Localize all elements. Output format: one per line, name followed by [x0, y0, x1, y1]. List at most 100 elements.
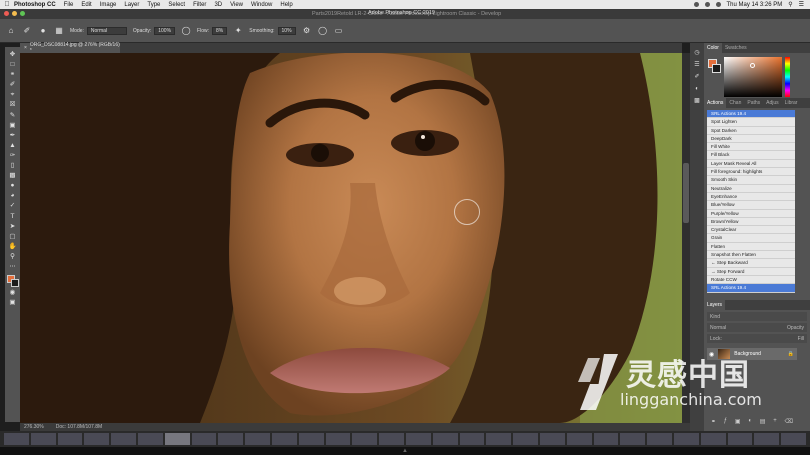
action-item[interactable]: Grain [707, 234, 795, 243]
menu-filter[interactable]: Filter [193, 2, 206, 8]
filmstrip-thumbnail[interactable] [30, 433, 56, 445]
symmetry-icon[interactable]: ▭ [334, 26, 344, 36]
menu-3d[interactable]: 3D [214, 2, 222, 8]
history-brush-tool-icon[interactable]: ✑ [8, 152, 18, 161]
menu-image[interactable]: Image [100, 2, 117, 8]
screen-mode-icon[interactable]: ▣ [8, 299, 18, 308]
close-window-icon[interactable] [4, 11, 9, 16]
filmstrip-thumbnail[interactable] [271, 433, 297, 445]
action-item[interactable]: Neutralize [707, 185, 795, 193]
filmstrip-thumbnail[interactable] [513, 433, 538, 445]
action-item[interactable]: Fill Black [707, 151, 795, 160]
menu-layer[interactable]: Layer [124, 2, 139, 8]
menu-type[interactable]: Type [147, 2, 160, 8]
dock-handle-icon[interactable]: ▲ [402, 448, 408, 454]
brush-settings-icon[interactable]: ▦ [54, 26, 64, 36]
filmstrip-thumbnail[interactable] [84, 433, 110, 445]
tab-channels[interactable]: Chan [726, 98, 744, 108]
menu-app-name[interactable]: Photoshop CC [14, 2, 56, 8]
zoom-window-icon[interactable] [20, 11, 25, 16]
home-icon[interactable]: ⌂ [6, 26, 16, 36]
filmstrip-thumbnail[interactable] [111, 433, 136, 445]
airbrush-icon[interactable]: ✦ [233, 26, 243, 36]
filmstrip-thumbnail[interactable] [673, 433, 699, 445]
filmstrip-thumbnail[interactable] [245, 433, 270, 445]
document-size[interactable]: Doc: 107.8M/107.8M [56, 424, 102, 430]
opacity-field[interactable]: 100% [154, 26, 176, 35]
document-tab[interactable]: × ORG_DSC08814.jpg @ 276% (RGB/16) * [20, 42, 120, 54]
panel-background-swatch[interactable] [712, 64, 721, 73]
tab-adjustments[interactable]: Adjus [763, 98, 782, 108]
flow-field[interactable]: 8% [212, 26, 228, 35]
apple-icon[interactable]:  [0, 1, 14, 8]
quick-select-tool-icon[interactable]: ✐ [8, 81, 18, 90]
properties-panel-icon[interactable]: ☰ [693, 61, 702, 69]
gradient-tool-icon[interactable]: ▩ [8, 172, 18, 181]
menu-view[interactable]: View [230, 2, 243, 8]
filmstrip-thumbnail[interactable] [620, 433, 646, 445]
layer-blend-row[interactable]: Normal Opacity [707, 323, 807, 332]
zoom-level[interactable]: 276.30% [24, 424, 44, 430]
filmstrip-thumbnail[interactable] [781, 433, 806, 445]
dodge-tool-icon[interactable]: ◕ [8, 192, 18, 201]
minimize-window-icon[interactable] [12, 11, 17, 16]
action-item[interactable]: Spot Darken [707, 127, 795, 135]
smoothing-options-icon[interactable]: ⚙ [302, 26, 312, 36]
color-swatches[interactable] [6, 275, 19, 288]
crop-tool-icon[interactable]: ⌖ [8, 91, 18, 100]
filmstrip-thumbnail[interactable] [486, 433, 512, 445]
action-item[interactable]: CrystalClear [707, 226, 795, 235]
filmstrip-thumbnail[interactable] [432, 433, 458, 445]
background-color-swatch[interactable] [10, 279, 19, 288]
action-item[interactable]: Snapshot then Flatten [707, 251, 795, 260]
menu-window[interactable]: Window [251, 2, 272, 8]
adjustments-panel-icon[interactable]: ◐ [693, 85, 702, 93]
menu-edit[interactable]: Edit [81, 2, 91, 8]
blur-tool-icon[interactable]: ● [8, 182, 18, 191]
filmstrip-thumbnail[interactable] [137, 433, 163, 445]
clone-stamp-tool-icon[interactable]: ▲ [8, 142, 18, 151]
search-icon[interactable]: ⚲ [788, 1, 792, 8]
action-item[interactable]: Fill foreground: highlights [707, 168, 795, 177]
smoothing-field[interactable]: 10% [277, 26, 296, 35]
type-tool-icon[interactable]: T [8, 213, 18, 222]
frame-tool-icon[interactable]: ☒ [8, 101, 18, 110]
layer-blend-mode[interactable]: Normal [710, 325, 726, 331]
action-item[interactable]: Smooth Skin [707, 176, 795, 185]
action-item[interactable]: DeepDark [707, 135, 795, 144]
zoom-tool-icon[interactable]: ⚲ [8, 253, 18, 262]
status-icon[interactable] [693, 2, 699, 7]
brush-preset-icon[interactable]: ● [38, 26, 48, 36]
wifi-icon[interactable] [704, 2, 710, 7]
color-picker-ring[interactable] [750, 63, 755, 68]
hue-slider[interactable] [785, 57, 790, 97]
pressure-opacity-icon[interactable]: ◯ [181, 26, 191, 36]
more-tools-icon[interactable]: ⋯ [8, 263, 18, 272]
healing-brush-tool-icon[interactable]: ▣ [8, 122, 18, 131]
layer-fill-label[interactable]: Fill [798, 336, 804, 342]
lasso-tool-icon[interactable]: ⚭ [8, 71, 18, 80]
battery-icon[interactable] [715, 2, 721, 7]
tab-close-icon[interactable]: × [24, 45, 27, 51]
move-tool-icon[interactable]: ✥ [8, 51, 18, 60]
tab-paths[interactable]: Paths [744, 98, 763, 108]
filmstrip-thumbnail[interactable] [379, 433, 404, 445]
tab-libraries[interactable]: Librar [782, 98, 801, 108]
filmstrip-thumbnail[interactable] [405, 433, 431, 445]
action-item[interactable]: Purple/Yellow [707, 210, 795, 218]
brushes-panel-icon[interactable]: ✐ [693, 73, 702, 81]
filmstrip-thumbnail[interactable] [754, 433, 780, 445]
menu-list-icon[interactable]: ☰ [799, 1, 804, 8]
rectangle-tool-icon[interactable]: ▢ [8, 233, 18, 242]
layer-opacity-label[interactable]: Opacity [787, 325, 804, 331]
tab-actions[interactable]: Actions [704, 98, 727, 108]
layer-kind-filter[interactable]: Kind [707, 312, 807, 321]
marquee-tool-icon[interactable]: □ [8, 61, 18, 70]
pressure-size-icon[interactable]: ◯ [318, 26, 328, 36]
filmstrip-thumbnail[interactable] [539, 433, 565, 445]
filmstrip-thumbnail[interactable] [57, 433, 83, 445]
pen-tool-icon[interactable]: ✓ [8, 202, 18, 211]
action-item[interactable]: Layer Mask Reveal All [707, 160, 795, 169]
tab-swatches[interactable]: Swatches [722, 43, 750, 53]
styles-panel-icon[interactable]: ▩ [693, 97, 702, 105]
